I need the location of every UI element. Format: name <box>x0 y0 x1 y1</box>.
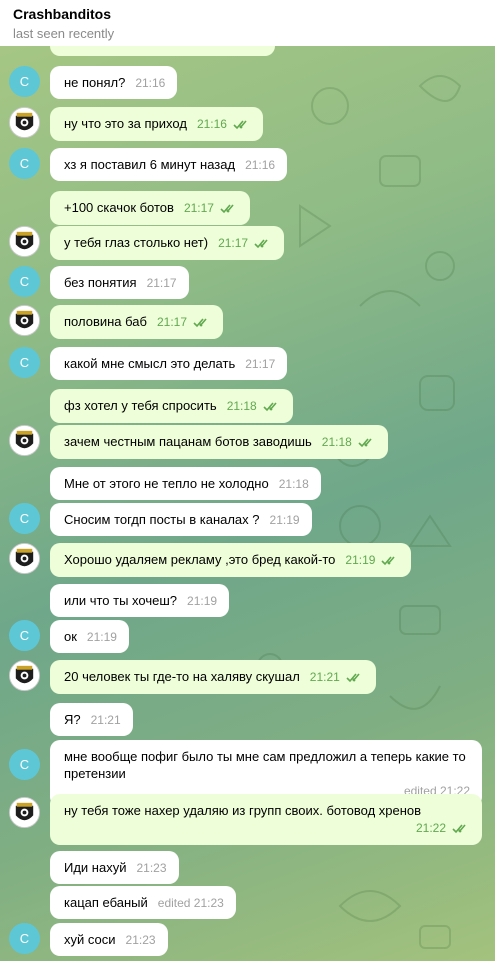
message-time: 21:17 <box>245 357 276 371</box>
incoming-message-bubble[interactable]: кацап ебаный edited 21:23 <box>50 886 236 919</box>
message-time: 21:18 <box>226 399 257 413</box>
incoming-message-bubble[interactable]: Я? 21:21 <box>50 703 133 736</box>
message-text: Мне от этого не тепло не холодно <box>64 476 269 491</box>
message-text: ок <box>64 629 77 644</box>
message-text: половина баб <box>64 314 147 329</box>
message-text: +100 скачок ботов <box>64 200 174 215</box>
avatar[interactable]: C <box>9 503 40 534</box>
avatar[interactable]: C <box>9 66 40 97</box>
message-time: 21:18 <box>321 435 352 449</box>
message-text: Хорошо удаляем рекламу ,это бред какой-т… <box>64 552 336 567</box>
message-text: Иди нахуй <box>64 860 127 875</box>
crash-logo-icon <box>10 227 39 256</box>
avatar[interactable] <box>9 305 40 336</box>
message-time: 21:17 <box>218 236 249 250</box>
message-text: Я? <box>64 712 81 727</box>
message-time: 21:17 <box>183 201 214 215</box>
incoming-message-bubble[interactable]: Сносим тогдп посты в каналах ? 21:19 <box>50 503 312 536</box>
read-checkmarks-icon <box>193 315 211 332</box>
message-text: без понятия <box>64 275 137 290</box>
message-text: не понял? <box>64 75 126 90</box>
incoming-message-bubble[interactable]: ок 21:19 <box>50 620 129 653</box>
message-time: 21:23 <box>136 861 167 875</box>
incoming-message-bubble[interactable]: не понял? 21:16 <box>50 66 178 99</box>
message-text: ну что это за приход <box>64 116 187 131</box>
message-time: 21:19 <box>86 630 117 644</box>
outgoing-message-bubble[interactable]: Хорошо удаляем рекламу ,это бред какой-т… <box>50 543 412 577</box>
outgoing-message-bubble[interactable]: ну тебя тоже нахер удаляю из групп своих… <box>50 794 482 845</box>
avatar[interactable] <box>9 107 40 138</box>
avatar[interactable] <box>9 660 40 691</box>
message-text: Сносим тогдп посты в каналах ? <box>64 512 260 527</box>
incoming-message-bubble[interactable]: какой мне смысл это делать 21:17 <box>50 347 288 380</box>
crash-logo-icon <box>10 661 39 690</box>
avatar[interactable]: C <box>9 923 40 954</box>
outgoing-message-bubble[interactable]: зачем честным пацанам ботов заводишь 21:1… <box>50 425 388 459</box>
message-time: 21:21 <box>309 670 340 684</box>
message-text: ну тебя тоже нахер удаляю из групп своих… <box>64 803 422 818</box>
avatar[interactable]: C <box>9 266 40 297</box>
message-time: 21:18 <box>278 477 309 491</box>
message-time: 21:19 <box>345 553 376 567</box>
outgoing-message-bubble[interactable]: у тебя глаз столько нет) 21:17 <box>50 226 285 260</box>
avatar[interactable]: C <box>9 620 40 651</box>
read-checkmarks-icon <box>381 553 399 570</box>
message-text: или что ты хочеш? <box>64 593 178 608</box>
message-text: у тебя глаз столько нет) <box>64 235 209 250</box>
read-checkmarks-icon <box>233 117 251 134</box>
message-time: 21:16 <box>245 158 276 172</box>
outgoing-message-bubble[interactable]: +100 скачок ботов 21:17 <box>50 191 250 225</box>
read-checkmarks-icon <box>254 236 272 253</box>
message-time: 21:17 <box>156 315 187 329</box>
message-time: 21:16 <box>135 76 166 90</box>
message-time: 21:19 <box>269 513 300 527</box>
incoming-message-bubble[interactable]: Мне от этого не тепло не холодно 21:18 <box>50 467 321 500</box>
message-text: 20 человек ты где-то на халяву скушал <box>64 669 300 684</box>
outgoing-message-bubble[interactable]: фз хотел у тебя спросить 21:18 <box>50 389 293 423</box>
message-text: кацап ебаный <box>64 895 148 910</box>
message-time: 21:23 <box>125 933 156 947</box>
crash-logo-icon <box>10 426 39 455</box>
message-time: edited 21:23 <box>157 896 224 910</box>
outgoing-message-bubble[interactable]: половина баб 21:17 <box>50 305 223 339</box>
message-text: зачем честным пацанам ботов заводишь <box>64 434 312 449</box>
message-text: хуй соси <box>64 932 116 947</box>
read-checkmarks-icon <box>346 670 364 687</box>
chat-status: last seen recently <box>13 26 115 41</box>
read-checkmarks-icon <box>358 435 376 452</box>
crash-logo-icon <box>10 797 39 827</box>
incoming-message-bubble[interactable]: или что ты хочеш? 21:19 <box>50 584 230 617</box>
crash-logo-icon <box>10 544 39 573</box>
avatar[interactable]: C <box>9 148 40 179</box>
message-text: фз хотел у тебя спросить <box>64 398 217 413</box>
avatar[interactable] <box>9 226 40 257</box>
crash-logo-icon <box>10 306 39 335</box>
chat-header[interactable]: Crashbanditos last seen recently <box>0 0 495 46</box>
incoming-message-bubble[interactable]: хз я поставил 6 минут назад 21:16 <box>50 148 288 181</box>
read-checkmarks-icon <box>220 201 238 218</box>
avatar[interactable] <box>9 796 40 828</box>
message-text: хз я поставил 6 минут назад <box>64 157 236 172</box>
incoming-message-bubble[interactable]: хуй соси 21:23 <box>50 923 168 956</box>
incoming-message-bubble[interactable]: без понятия 21:17 <box>50 266 189 299</box>
message-text: мне вообще пофиг было ты мне сам предлож… <box>64 749 466 781</box>
message-text: какой мне смысл это делать <box>64 356 236 371</box>
read-checkmarks-icon <box>452 821 470 838</box>
avatar[interactable] <box>9 425 40 456</box>
avatar[interactable]: C <box>9 748 40 780</box>
message-time: 21:22 <box>415 821 446 835</box>
chat-title[interactable]: Crashbanditos <box>13 6 111 22</box>
message-time: 21:19 <box>187 594 218 608</box>
message-time: 21:21 <box>90 713 121 727</box>
read-checkmarks-icon <box>263 399 281 416</box>
avatar[interactable] <box>9 543 40 574</box>
message-time: 21:16 <box>196 117 227 131</box>
avatar[interactable]: C <box>9 347 40 378</box>
outgoing-message-bubble[interactable]: 20 человек ты где-то на халяву скушал 21:… <box>50 660 376 694</box>
incoming-message-bubble[interactable]: Иди нахуй 21:23 <box>50 851 179 884</box>
crash-logo-icon <box>10 108 39 137</box>
message-time: 21:17 <box>146 276 177 290</box>
outgoing-message-bubble[interactable]: ну что это за приход 21:16 <box>50 107 263 141</box>
